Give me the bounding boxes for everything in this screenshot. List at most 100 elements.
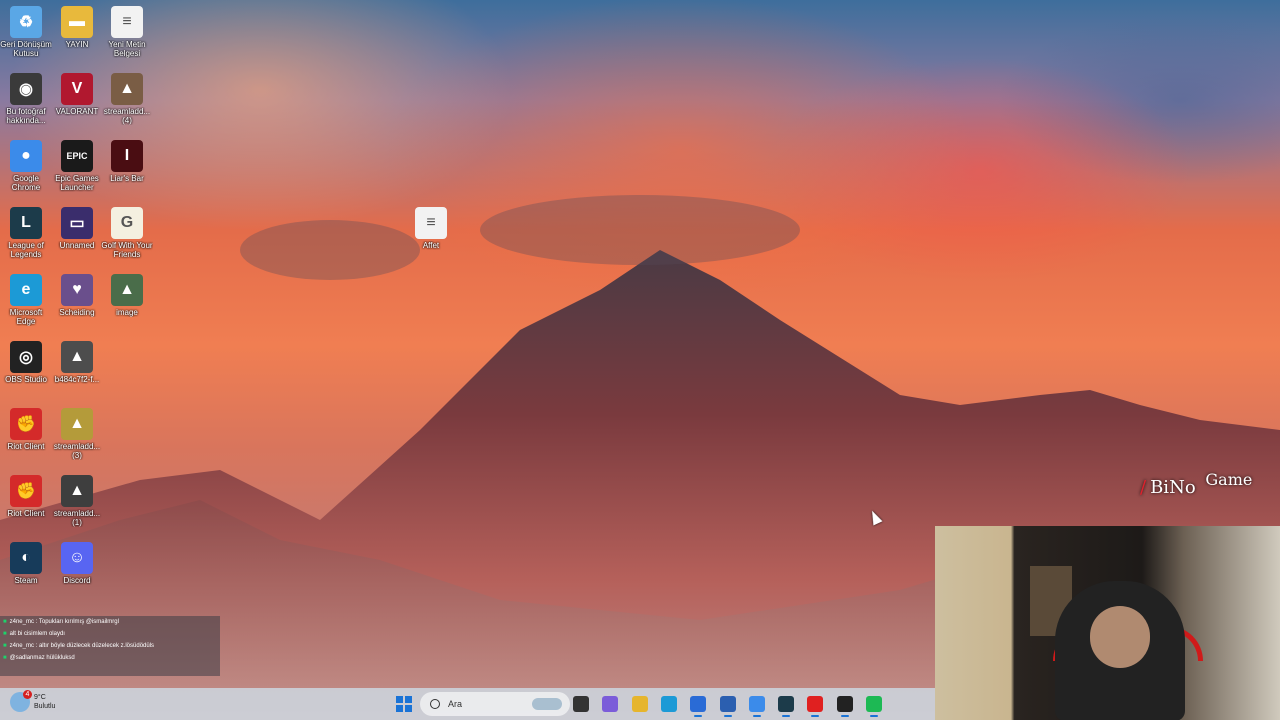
desktop-icon-label: Geri Dönüşüm Kutusu: [0, 40, 52, 58]
desktop-icon-label: Bu fotoğraf hakkında...: [6, 107, 46, 125]
desktop-icon[interactable]: ≡ Affet: [405, 201, 457, 250]
league-of-legends-icon: L: [10, 207, 42, 239]
desktop-icon-label: YAYIN: [65, 40, 89, 49]
desktop-icon[interactable]: ◐ Steam: [0, 536, 52, 585]
desktop-icon[interactable]: V VALORANT: [51, 67, 103, 116]
taskbar-league-client-icon[interactable]: [778, 696, 795, 717]
riot-client-icon: ✊: [10, 475, 42, 507]
image-thumb-icon: ▲: [61, 341, 93, 373]
desktop-icon-label: streamladd... (4): [103, 107, 151, 125]
desktop-icon-label: streamladd... (1): [53, 509, 101, 527]
epic-games-icon: EPIC: [61, 140, 93, 172]
image-thumb-icon: ▲: [111, 73, 143, 105]
taskbar-file-explorer-icon[interactable]: [631, 696, 648, 712]
desktop-icon-label: Yeni Metin Belgesi: [108, 40, 146, 58]
image-file-icon: ▲: [111, 274, 143, 306]
desktop-icon[interactable]: ▭ Unnamed: [51, 201, 103, 250]
desktop-icon-label: Golf With Your Friends: [101, 241, 153, 259]
desktop-icon-label: image: [116, 308, 138, 317]
desktop-icon-label: Epic Games Launcher: [55, 174, 99, 192]
image-thumb-icon: ▲: [61, 408, 93, 440]
desktop-icon-label: streamladd... (3): [53, 442, 101, 460]
taskbar-microsoft-store-icon[interactable]: [690, 696, 707, 717]
streamer-face: [1090, 606, 1150, 668]
taskbar-outlook-icon[interactable]: [719, 696, 736, 717]
taskbar: 4 9°C Bulutlu Ara: [0, 688, 935, 720]
desktop-icon[interactable]: G Golf With Your Friends: [101, 201, 153, 259]
search-icon: [430, 699, 440, 709]
desktop-icon[interactable]: e Microsoft Edge: [0, 268, 52, 326]
desktop-icon[interactable]: ▲ streamladd... (3): [51, 402, 103, 460]
chat-message: ■ z4ne_mc : Topukları kırılmış @ismailmrg…: [3, 619, 119, 625]
desktop-icon[interactable]: ♥ Scheiding: [51, 268, 103, 317]
text-file-icon: ≡: [415, 207, 447, 239]
desktop-icon[interactable]: ◎ OBS Studio: [0, 335, 52, 384]
desktop-icon-label: Liar's Bar: [110, 174, 144, 183]
desktop-icon-label: Google Chrome: [11, 174, 41, 192]
stream-watermark: / BiNo Game: [1140, 470, 1253, 498]
desktop-icon[interactable]: ◉ Bu fotoğraf hakkında...: [0, 67, 52, 125]
taskbar-obs-icon[interactable]: [836, 696, 853, 717]
desktop-icon[interactable]: ▲ streamladd... (4): [101, 67, 153, 125]
desktop-icon-label: Discord: [63, 576, 91, 585]
start-button[interactable]: [396, 696, 412, 712]
camera-icon: ◉: [10, 73, 42, 105]
image-thumb-icon: ▲: [61, 475, 93, 507]
scheiding-icon: ♥: [61, 274, 93, 306]
weather-widget[interactable]: 4 9°C Bulutlu: [10, 690, 56, 712]
desktop-icon-label: Unnamed: [59, 241, 95, 250]
taskbar-edge-icon[interactable]: [660, 696, 677, 712]
text-file-icon: ≡: [111, 6, 143, 38]
steam-icon: ◐: [10, 542, 42, 574]
desktop-icon[interactable]: ● Google Chrome: [0, 134, 52, 192]
search-highlight-icon: [532, 698, 562, 710]
desktop-icon[interactable]: ▲ streamladd... (1): [51, 469, 103, 527]
taskbar-chrome-icon[interactable]: [748, 696, 765, 717]
desktop-icon[interactable]: ♻ Geri Dönüşüm Kutusu: [0, 0, 52, 58]
chat-message: ■ alt bi cisimlem olaydı: [3, 631, 65, 637]
desktop-icon[interactable]: ✊ Riot Client: [0, 402, 52, 451]
desktop-icon-label: Scheiding: [59, 308, 95, 317]
golf-with-friends-icon: G: [111, 207, 143, 239]
search-placeholder: Ara: [448, 699, 463, 709]
desktop-icon[interactable]: I Liar's Bar: [101, 134, 153, 183]
weather-temp: 9°C: [34, 694, 46, 701]
desktop-icon-label: Microsoft Edge: [9, 308, 43, 326]
desktop-icon-label: VALORANT: [55, 107, 99, 116]
unnamed-app-icon: ▭: [61, 207, 93, 239]
discord-icon: ☺: [61, 542, 93, 574]
taskbar-youtube-icon[interactable]: [807, 696, 824, 717]
riot-client-icon: ✊: [10, 408, 42, 440]
desktop-icon[interactable]: ☺ Discord: [51, 536, 103, 585]
taskbar-task-view-icon[interactable]: [573, 696, 589, 712]
desktop-icon[interactable]: ▲ image: [101, 268, 153, 317]
taskbar-search[interactable]: Ara: [420, 692, 570, 716]
desktop-icon-label: Riot Client: [7, 509, 45, 518]
desktop-icon-label: OBS Studio: [5, 375, 47, 384]
valorant-icon: V: [61, 73, 93, 105]
desktop-icon[interactable]: EPIC Epic Games Launcher: [51, 134, 103, 192]
desktop-icon[interactable]: ✊ Riot Client: [0, 469, 52, 518]
desktop-icon-label: b484c7f2-f...: [54, 375, 100, 384]
folder-icon: ▬: [61, 6, 93, 38]
obs-icon: ◎: [10, 341, 42, 373]
weather-condition: Bulutlu: [34, 703, 56, 710]
edge-icon: e: [10, 274, 42, 306]
chrome-icon: ●: [10, 140, 42, 172]
taskbar-copilot-icon[interactable]: [602, 696, 619, 712]
weather-icon: 4: [10, 690, 32, 712]
chat-message: ■ @sadlanmaz hülükluksd: [3, 655, 75, 661]
desktop-icon[interactable]: L League of Legends: [0, 201, 52, 259]
stream-chat-overlay: ■ z4ne_mc : Topukları kırılmış @ismailmrg…: [0, 616, 220, 676]
liars-bar-icon: I: [111, 140, 143, 172]
taskbar-spotify-icon[interactable]: [866, 696, 882, 717]
desktop-icon[interactable]: ▲ b484c7f2-f...: [51, 335, 103, 384]
desktop-icon-label: League of Legends: [8, 241, 44, 259]
desktop-icon[interactable]: ▬ YAYIN: [51, 0, 103, 49]
chat-message: ■ z4ne_mc : altır böyle düzlecek düzelece…: [3, 643, 155, 649]
notification-badge: 4: [23, 690, 32, 699]
recycle-bin-icon: ♻: [10, 6, 42, 38]
desktop-icon-label: Riot Client: [7, 442, 45, 451]
desktop-icon[interactable]: ≡ Yeni Metin Belgesi: [101, 0, 153, 58]
desktop-icon-label: Steam: [14, 576, 38, 585]
